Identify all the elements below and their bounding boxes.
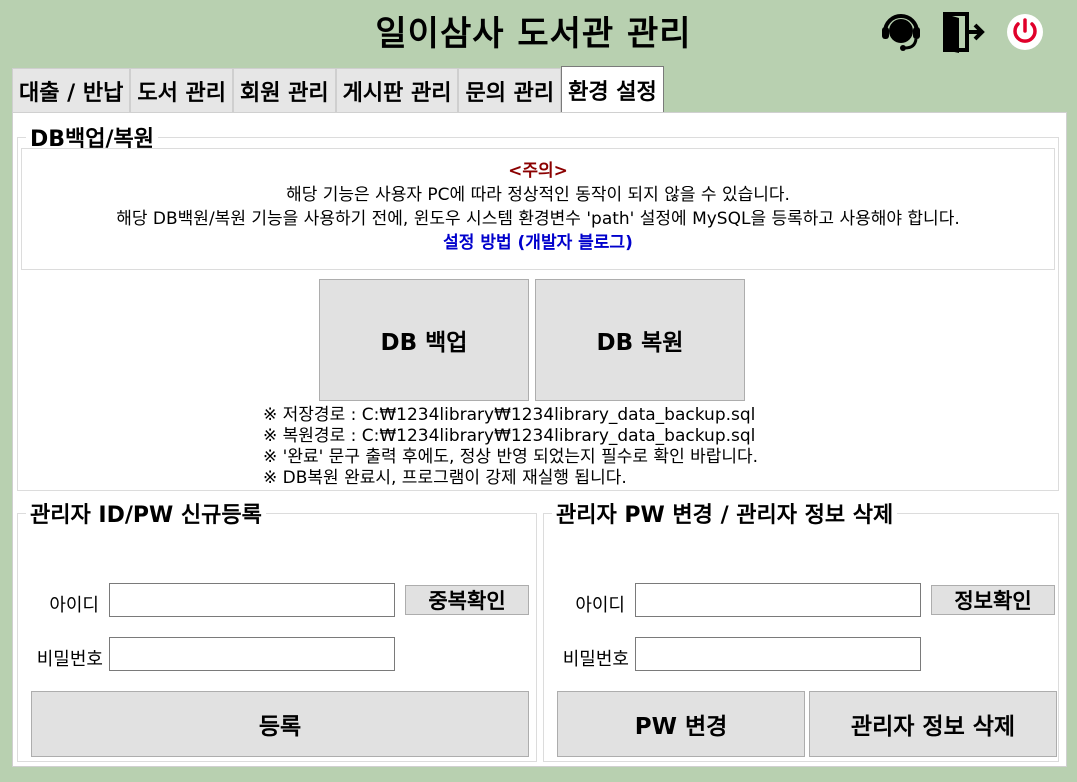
headset-icon[interactable] <box>879 10 923 54</box>
register-pw-label: 비밀번호 <box>36 649 103 670</box>
db-restore-button[interactable]: DB 복원 <box>535 279 745 401</box>
settings-panel: DB백업/복원 <주의> 해당 기능은 사용자 PC에 따라 정상적인 동작이 … <box>12 112 1067 767</box>
modify-id-input[interactable] <box>635 583 921 617</box>
restore-path-note: ※ 복원경로 : C:₩1234library₩1234library_data… <box>263 426 756 446</box>
exit-door-icon[interactable] <box>941 10 985 54</box>
modify-pw-label: 비밀번호 <box>562 649 629 670</box>
notice-line-2: 해당 DB백원/복원 기능을 사용하기 전에, 윈도우 시스템 환경변수 'pa… <box>116 209 960 229</box>
verify-note: ※ '완료' 문구 출력 후에도, 정상 반영 되었는지 필수로 확인 바랍니다… <box>263 447 759 467</box>
register-pw-input[interactable] <box>109 637 395 671</box>
tab-book-management[interactable]: 도서 관리 <box>130 68 233 112</box>
register-id-label: 아이디 <box>49 595 99 616</box>
notice-title: <주의> <box>508 161 568 181</box>
tab-inquiry-management[interactable]: 문의 관리 <box>458 68 562 112</box>
register-button[interactable]: 등록 <box>31 691 529 757</box>
pw-change-button[interactable]: PW 변경 <box>557 691 805 757</box>
admin-register-legend: 관리자 ID/PW 신규등록 <box>30 503 262 528</box>
modify-pw-input[interactable] <box>635 637 921 671</box>
tab-board-management[interactable]: 게시판 관리 <box>335 68 459 112</box>
tab-settings[interactable]: 환경 설정 <box>561 66 664 112</box>
setup-guide-link[interactable]: 설정 방법 (개발자 블로그) <box>22 231 1054 255</box>
header-icons <box>879 10 1047 54</box>
register-id-input[interactable] <box>109 583 395 617</box>
tab-loan-return[interactable]: 대출 / 반납 <box>12 68 131 112</box>
save-path-note: ※ 저장경로 : C:₩1234library₩1234library_data… <box>263 405 756 425</box>
backup-notice: <주의> 해당 기능은 사용자 PC에 따라 정상적인 동작이 되지 않을 수 … <box>21 148 1055 270</box>
db-backup-button[interactable]: DB 백업 <box>319 279 529 401</box>
duplicate-check-button[interactable]: 중복확인 <box>405 585 529 615</box>
power-icon[interactable] <box>1003 10 1047 54</box>
admin-modify-legend: 관리자 PW 변경 / 관리자 정보 삭제 <box>556 503 894 528</box>
restart-note: ※ DB복원 완료시, 프로그램이 강제 재실행 됩니다. <box>263 468 627 488</box>
info-check-button[interactable]: 정보확인 <box>931 585 1055 615</box>
delete-admin-button[interactable]: 관리자 정보 삭제 <box>809 691 1057 757</box>
modify-id-label: 아이디 <box>575 595 625 616</box>
tab-bar: 대출 / 반납 도서 관리 회원 관리 게시판 관리 문의 관리 환경 설정 <box>12 66 664 112</box>
tab-member-management[interactable]: 회원 관리 <box>232 68 336 112</box>
backup-path-notes: ※ 저장경로 : C:₩1234library₩1234library_data… <box>263 405 758 489</box>
notice-line-1: 해당 기능은 사용자 PC에 따라 정상적인 동작이 되지 않을 수 있습니다. <box>286 185 790 205</box>
